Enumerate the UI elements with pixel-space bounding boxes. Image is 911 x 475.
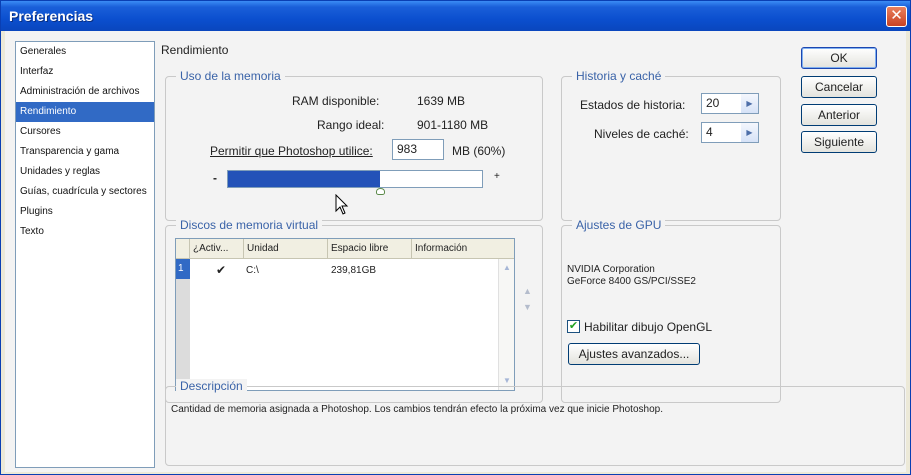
slider-plus-label: +	[494, 171, 500, 182]
ok-button[interactable]: OK	[801, 47, 877, 69]
memory-slider-fill	[228, 171, 380, 187]
history-states-arrow-icon[interactable]: ▶	[741, 94, 758, 113]
sidebar-item-texto[interactable]: Texto	[16, 222, 154, 242]
memory-amount-input[interactable]: 983	[392, 139, 444, 160]
table-header-active[interactable]: ¿Activ...	[190, 239, 244, 259]
opengl-label[interactable]: Habilitar dibujo OpenGL	[584, 320, 712, 334]
mouse-pointer-icon	[335, 194, 349, 215]
table-header-free-space[interactable]: Espacio libre	[328, 239, 412, 259]
table-header-index	[176, 239, 190, 259]
history-states-input[interactable]: 20 ▶	[701, 93, 759, 114]
row-active-check[interactable]: ✔	[216, 263, 226, 277]
close-icon: ✕	[890, 7, 903, 24]
scratch-group-label: Discos de memoria virtual	[176, 218, 323, 232]
previous-button[interactable]: Anterior	[801, 104, 877, 126]
gpu-settings-group: Ajustes de GPU	[561, 218, 781, 403]
title-bar[interactable]: Preferencias ✕	[1, 1, 910, 31]
ideal-range-label: Rango ideal:	[317, 118, 385, 132]
history-group-label: Historia y caché	[572, 69, 666, 83]
gpu-vendor: NVIDIA Corporation	[567, 264, 655, 275]
sidebar-item-guias[interactable]: Guías, cuadrícula y sectores	[16, 182, 154, 202]
cache-levels-label: Niveles de caché:	[594, 127, 689, 141]
memory-unit-label: MB (60%)	[452, 144, 506, 158]
ideal-range-value: 901-1180 MB	[417, 118, 489, 132]
preferences-sidebar: Generales Interfaz Administración de arc…	[15, 41, 155, 468]
table-scrollbar[interactable]: ▲ ▼	[498, 259, 514, 390]
opengl-checkbox[interactable]: ✔	[567, 320, 580, 333]
table-header: ¿Activ... Unidad Espacio libre Informaci…	[176, 239, 514, 259]
row-free-space: 239,81GB	[331, 265, 377, 276]
sidebar-item-transparencia-gama[interactable]: Transparencia y gama	[16, 142, 154, 162]
scratch-disks-table: ¿Activ... Unidad Espacio libre Informaci…	[175, 238, 515, 391]
row-index-1[interactable]: 1	[176, 259, 190, 279]
history-states-value: 20	[706, 96, 720, 110]
description-text: Cantidad de memoria asignada a Photoshop…	[171, 404, 663, 415]
table-header-info[interactable]: Información	[412, 239, 498, 259]
scroll-up-icon[interactable]: ▲	[500, 261, 514, 275]
allow-memory-label: Permitir que Photoshop utilice:	[210, 144, 373, 158]
memory-slider-thumb[interactable]	[376, 188, 385, 195]
ram-available-label: RAM disponible:	[292, 94, 380, 108]
row-drive: C:\	[246, 265, 259, 276]
ram-available-value: 1639 MB	[417, 94, 466, 108]
cancel-button[interactable]: Cancelar	[801, 76, 877, 98]
sidebar-item-plugins[interactable]: Plugins	[16, 202, 154, 222]
advanced-settings-button[interactable]: Ajustes avanzados...	[568, 343, 700, 365]
close-button[interactable]: ✕	[886, 6, 907, 27]
move-up-icon[interactable]: ▲	[523, 286, 532, 296]
memory-group-label: Uso de la memoria	[176, 69, 285, 83]
description-group: Descripción	[165, 379, 905, 466]
next-button[interactable]: Siguiente	[801, 131, 877, 153]
slider-minus-label: -	[213, 171, 217, 185]
cache-levels-input[interactable]: 4 ▶	[701, 122, 759, 143]
gpu-group-label: Ajustes de GPU	[572, 218, 666, 232]
history-states-label: Estados de historia:	[580, 98, 686, 112]
sidebar-item-interfaz[interactable]: Interfaz	[16, 62, 154, 82]
cache-levels-value: 4	[706, 125, 713, 139]
sidebar-item-cursores[interactable]: Cursores	[16, 122, 154, 142]
preferences-window: Preferencias ✕ Generales Interfaz Admini…	[0, 0, 911, 475]
gpu-model: GeForce 8400 GS/PCI/SSE2	[567, 276, 696, 287]
sidebar-item-administracion-archivos[interactable]: Administración de archivos	[16, 82, 154, 102]
cache-levels-arrow-icon[interactable]: ▶	[741, 123, 758, 142]
window-title: Preferencias	[9, 8, 94, 24]
sidebar-item-generales[interactable]: Generales	[16, 42, 154, 62]
row-index-column: 1	[176, 259, 190, 390]
memory-slider[interactable]	[227, 170, 483, 195]
sidebar-item-unidades-reglas[interactable]: Unidades y reglas	[16, 162, 154, 182]
page-title: Rendimiento	[161, 43, 229, 57]
move-down-icon[interactable]: ▼	[523, 302, 532, 312]
sidebar-item-rendimiento[interactable]: Rendimiento	[16, 102, 154, 122]
table-header-drive[interactable]: Unidad	[244, 239, 328, 259]
description-group-label: Descripción	[176, 379, 247, 393]
dialog-body: Generales Interfaz Administración de arc…	[5, 31, 906, 472]
